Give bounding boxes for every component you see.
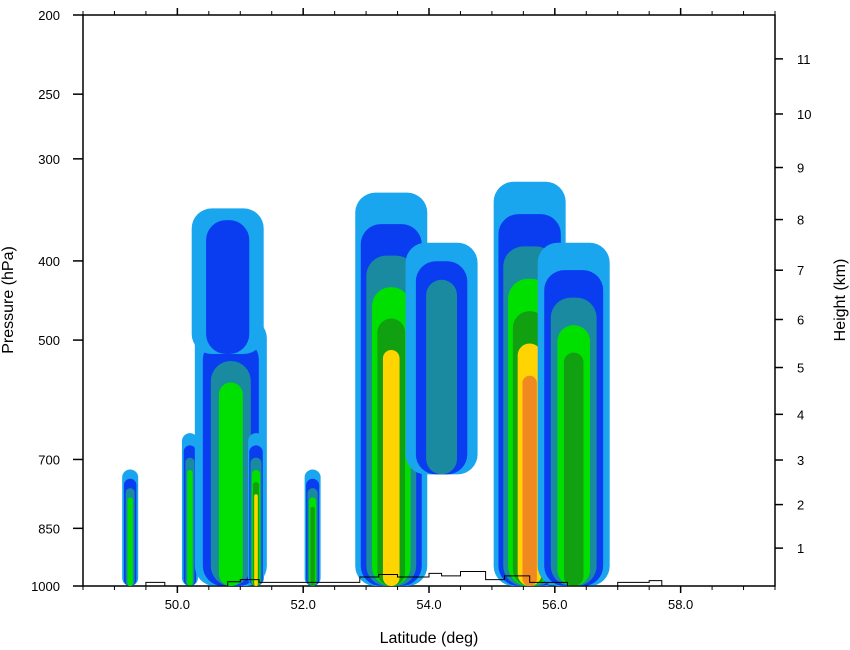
contour-cell-0-level-3 xyxy=(127,497,133,586)
contour-cell-9-level-4 xyxy=(563,352,584,586)
contour-cell-6-level-5 xyxy=(382,349,400,586)
pressure-tick-label-2: 300 xyxy=(38,152,60,167)
contour-cell-5-level-4 xyxy=(310,506,315,586)
contour-cell-8-level-6 xyxy=(522,375,537,586)
y-axis-title-left: Pressure (hPa) xyxy=(0,246,17,354)
height-tick-label-1: 2 xyxy=(797,498,804,513)
height-tick-label-7: 8 xyxy=(797,213,804,228)
pressure-tick-labels: 200 250 300 400 500 700 850 1000 xyxy=(31,8,60,594)
pressure-tick-label-5: 700 xyxy=(38,452,60,467)
pressure-tick-label-6: 850 xyxy=(38,521,60,536)
y-axis-title-right: Height (km) xyxy=(832,259,849,342)
height-tick-label-4: 5 xyxy=(797,361,804,376)
height-tick-label-0: 1 xyxy=(797,541,804,556)
height-tick-label-8: 9 xyxy=(797,161,804,176)
height-tick-label-2: 3 xyxy=(797,453,804,468)
x-tick-label-0: 50.0 xyxy=(165,597,190,612)
contour-cell-1-level-3 xyxy=(187,469,193,586)
pressure-tick-label-3: 400 xyxy=(38,254,60,269)
height-tick-label-6: 7 xyxy=(797,263,804,278)
height-tick-label-5: 6 xyxy=(797,312,804,327)
height-tick-label-9: 10 xyxy=(797,107,811,122)
x-tick-labels: 50.0 52.0 54.0 56.0 58.0 xyxy=(165,597,694,612)
pressure-tick-label-7: 1000 xyxy=(31,579,60,594)
contour-fills xyxy=(122,181,610,587)
x-tick-label-2: 54.0 xyxy=(416,597,441,612)
height-tick-label-3: 4 xyxy=(797,407,804,422)
height-tick-labels: 1 2 3 4 5 6 7 8 9 10 11 xyxy=(797,52,811,556)
height-tick-label-10: 11 xyxy=(797,52,811,67)
pressure-tick-label-4: 500 xyxy=(38,333,60,348)
pressure-tick-label-1: 250 xyxy=(38,87,60,102)
x-tick-label-4: 58.0 xyxy=(668,597,693,612)
contour-cell-3-level-5 xyxy=(254,494,258,586)
pressure-tick-label-0: 200 xyxy=(38,8,60,23)
chart: 50.0 52.0 54.0 56.0 58.0 200 250 300 400 500 700 8… xyxy=(0,8,849,647)
contour-cell-4-level-1 xyxy=(206,220,250,354)
x-axis-title: Latitude (deg) xyxy=(380,630,479,647)
contour-cell-7-level-2 xyxy=(426,279,458,475)
x-tick-label-3: 56.0 xyxy=(542,597,567,612)
x-tick-label-1: 52.0 xyxy=(291,597,316,612)
contour-cell-2-level-3 xyxy=(218,382,243,586)
